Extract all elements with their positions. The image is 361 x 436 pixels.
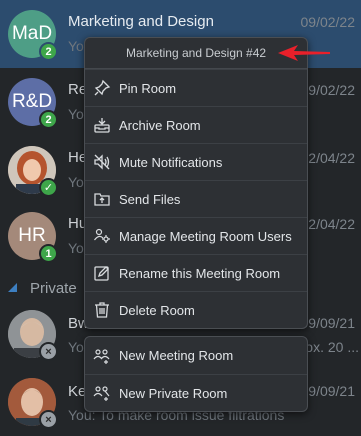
unread-count-badge: 2 bbox=[39, 42, 58, 61]
avatar: R&D 2 bbox=[8, 78, 58, 129]
room-context-menu: Marketing and Design #42 Pin Room Archiv… bbox=[84, 37, 308, 329]
menu-item-archive-room[interactable]: Archive Room bbox=[85, 106, 307, 143]
menu-item-label: Mute Notifications bbox=[119, 154, 223, 170]
menu-item-label: New Private Room bbox=[119, 385, 228, 401]
avatar: HR 1 bbox=[8, 212, 58, 263]
avatar: × bbox=[8, 378, 58, 429]
menu-item-delete-room[interactable]: Delete Room bbox=[85, 291, 307, 328]
collapse-triangle-icon[interactable] bbox=[8, 283, 17, 292]
room-preview-overflow: ox. 20 ... bbox=[305, 339, 359, 355]
mute-icon bbox=[93, 153, 111, 171]
room-date: 2/04/22 bbox=[308, 150, 355, 166]
menu-item-label: New Meeting Room bbox=[119, 348, 234, 363]
menu-item-pin-room[interactable]: Pin Room bbox=[85, 69, 307, 106]
online-check-badge: ✓ bbox=[39, 178, 58, 197]
room-name: Marketing and Design bbox=[68, 13, 214, 30]
room-date: 09/09/21 bbox=[300, 315, 356, 331]
unread-count-badge: 1 bbox=[39, 244, 58, 263]
avatar: MaD 2 bbox=[8, 10, 58, 61]
room-date: 09/09/21 bbox=[300, 383, 356, 399]
menu-item-label: Manage Meeting Room Users bbox=[119, 228, 292, 244]
manage-users-icon bbox=[93, 227, 111, 245]
room-date: 2/04/22 bbox=[308, 216, 355, 232]
menu-item-manage-users[interactable]: Manage Meeting Room Users bbox=[85, 217, 307, 254]
menu-item-label: Archive Room bbox=[119, 117, 201, 133]
menu-item-send-files[interactable]: Send Files bbox=[85, 180, 307, 217]
trash-icon bbox=[93, 301, 111, 319]
menu-item-new-private-room[interactable]: New Private Room bbox=[85, 374, 307, 411]
new-private-room-icon bbox=[93, 384, 111, 402]
menu-item-label: Pin Room bbox=[119, 80, 177, 96]
avatar-initials: HR bbox=[18, 225, 46, 246]
context-menu-title: Marketing and Design #42 bbox=[85, 38, 307, 69]
menu-item-label: Rename this Meeting Room bbox=[119, 265, 281, 281]
menu-item-mute-notifications[interactable]: Mute Notifications bbox=[85, 143, 307, 180]
annotation-arrow-icon bbox=[278, 45, 330, 61]
send-files-icon bbox=[93, 190, 111, 208]
menu-item-label: Delete Room bbox=[119, 302, 195, 318]
archive-icon bbox=[93, 116, 111, 134]
pin-icon bbox=[93, 79, 111, 97]
room-date: 09/02/22 bbox=[300, 14, 356, 30]
offline-badge: × bbox=[39, 342, 58, 361]
create-room-menu: New Meeting Room New Private Room bbox=[84, 336, 308, 412]
menu-item-label: Send Files bbox=[119, 191, 181, 207]
rename-icon bbox=[93, 264, 111, 282]
new-meeting-room-icon bbox=[93, 347, 111, 365]
section-label: Private bbox=[30, 280, 77, 297]
room-date: 09/02/22 bbox=[300, 82, 356, 98]
offline-badge: × bbox=[39, 410, 58, 429]
avatar: × bbox=[8, 310, 58, 361]
avatar: ✓ bbox=[8, 146, 58, 197]
menu-item-new-meeting-room[interactable]: New Meeting Room bbox=[85, 337, 307, 374]
unread-count-badge: 2 bbox=[39, 110, 58, 129]
menu-item-rename-room[interactable]: Rename this Meeting Room bbox=[85, 254, 307, 291]
